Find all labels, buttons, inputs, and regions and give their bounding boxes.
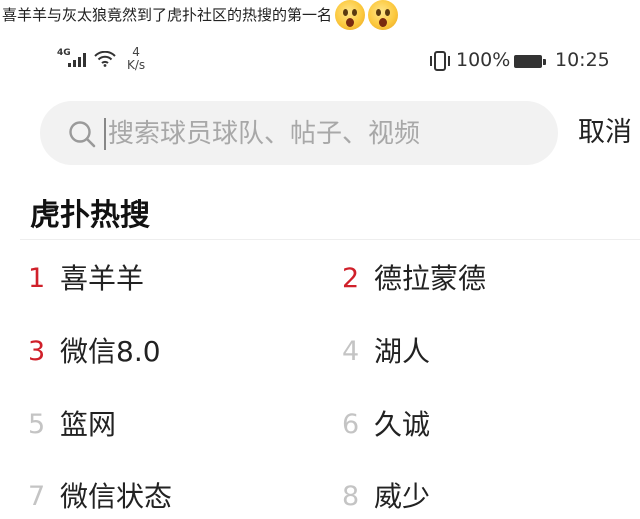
rank-number: 1 — [28, 263, 46, 294]
divider — [20, 239, 640, 240]
rank-number: 8 — [342, 481, 360, 512]
vibrate-icon — [428, 51, 452, 75]
search-input[interactable]: 搜索球员球队、帖子、视频 — [40, 101, 558, 165]
search-term: 微信状态 — [60, 480, 173, 513]
hot-search-item[interactable]: 8 威少 — [342, 477, 430, 517]
rank-number: 3 — [28, 336, 46, 367]
hot-search-item[interactable]: 1 喜羊羊 — [28, 259, 144, 299]
rank-number: 5 — [28, 409, 46, 440]
search-placeholder: 搜索球员球队、帖子、视频 — [108, 119, 421, 149]
hot-search-item[interactable]: 7 微信状态 — [28, 477, 172, 517]
net-speed-unit: K/s — [127, 58, 146, 72]
battery-percent: 100% — [456, 49, 511, 71]
rank-number: 2 — [342, 263, 360, 294]
search-term: 篮网 — [60, 408, 117, 441]
search-term: 德拉蒙德 — [374, 262, 487, 295]
caption-text: 喜羊羊与灰太狼竟然到了虎扑社区的热搜的第一名 — [2, 6, 333, 24]
clock-time: 10:25 — [555, 49, 610, 71]
search-term: 喜羊羊 — [60, 262, 145, 295]
search-term: 湖人 — [374, 335, 431, 368]
status-bar: 4G 4 K/s 100% 10:25 — [0, 40, 640, 80]
hot-search-item[interactable]: 5 篮网 — [28, 405, 116, 445]
search-term: 威少 — [374, 480, 431, 513]
search-term: 久诚 — [374, 408, 431, 441]
hot-search-title: 虎扑热搜 — [30, 198, 150, 233]
rank-number: 6 — [342, 409, 360, 440]
cellular-signal-icon — [68, 51, 86, 67]
battery-icon — [514, 55, 546, 68]
hot-search-item[interactable]: 6 久诚 — [342, 405, 430, 445]
search-term: 微信8.0 — [60, 335, 161, 368]
rank-number: 4 — [342, 336, 360, 367]
hot-search-item[interactable]: 3 微信8.0 — [28, 332, 161, 372]
search-icon — [68, 120, 98, 154]
hot-search-item[interactable]: 4 湖人 — [342, 332, 430, 372]
astonished-face-emoji-icon — [335, 0, 366, 30]
cancel-button[interactable]: 取消 — [578, 114, 632, 152]
hot-search-item[interactable]: 2 德拉蒙德 — [342, 259, 486, 299]
screenshot-page: 喜羊羊与灰太狼竟然到了虎扑社区的热搜的第一名 4G 4 K/s 100% 10:… — [0, 0, 640, 519]
wifi-icon — [94, 50, 116, 71]
net-speed: 4 K/s — [127, 46, 145, 72]
text-cursor — [104, 118, 106, 150]
caption: 喜羊羊与灰太狼竟然到了虎扑社区的热搜的第一名 — [0, 0, 399, 34]
rank-number: 7 — [28, 481, 46, 512]
astonished-face-emoji-icon — [368, 0, 399, 30]
